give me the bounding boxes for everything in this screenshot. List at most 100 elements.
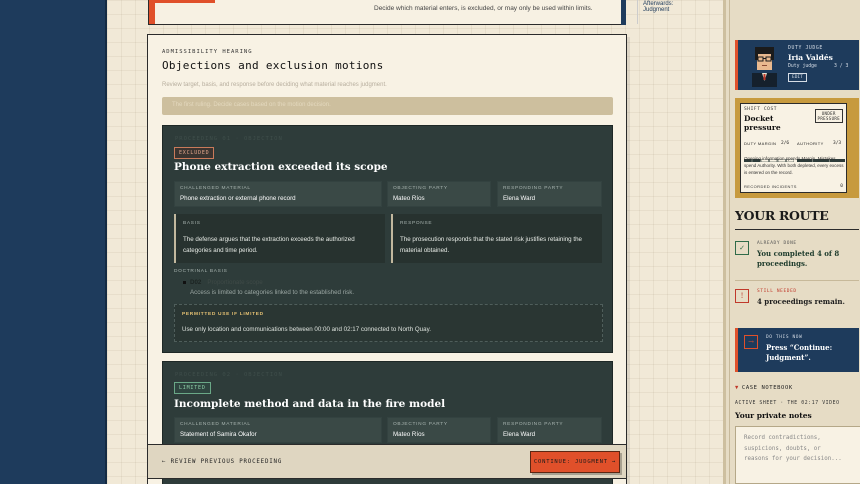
arrow-right-icon: → — [744, 335, 758, 349]
proceeding-title: Phone extraction exceeded its scope — [174, 161, 388, 173]
doctrinal-basis-item: D02 Proportionate scope — [183, 279, 263, 286]
duty-margin-value: 2/6 — [781, 141, 790, 146]
cell-value: Mateo Ríos — [393, 431, 425, 438]
notes-textarea[interactable]: Record contradictions, suspicions, doubt… — [735, 426, 860, 484]
notes-title: Your private notes — [735, 411, 812, 420]
status-badge: EXCLUDED — [174, 147, 215, 159]
cell-label: OBJECTING PARTY — [393, 422, 448, 427]
cell-value: Statement of Samira Okafor — [180, 431, 257, 438]
route-step-now[interactable]: → DO THIS NOW Press “Continue: Judgment”… — [735, 328, 859, 372]
cell-label: RESPONDING PARTY — [503, 422, 564, 427]
block-text: The defense argues that the extraction e… — [183, 236, 355, 254]
cell-label: CHALLENGED MATERIAL — [180, 186, 251, 191]
block-label: RESPONSE — [400, 221, 433, 226]
permitted-use-text: Use only location and communications bet… — [182, 326, 431, 333]
pressure-badge-line-2: PRESSURE — [817, 116, 840, 121]
divider — [735, 229, 859, 230]
shift-title-line-1: Docket — [744, 114, 774, 123]
permitted-use-label: PERMITTED USE IF LIMITED — [182, 312, 264, 317]
recorded-incidents-value: 0 — [840, 184, 843, 189]
doctrinal-basis-label: DOCTRINAL BASIS — [174, 269, 228, 274]
page-subtitle: Review target, basis, and response befor… — [162, 82, 387, 88]
divider — [729, 0, 730, 484]
notes-placeholder: Record contradictions, suspicions, doubt… — [744, 435, 842, 462]
permitted-use-box: PERMITTED USE IF LIMITED Use only locati… — [174, 304, 603, 342]
route-step-done: ✓ ALREADY DONE You completed 4 of 8 proc… — [735, 236, 859, 281]
cell-value: Elena Ward — [503, 195, 536, 202]
response-block: RESPONSE The prosecution responds that t… — [391, 214, 602, 263]
step-label: DO THIS NOW — [766, 335, 803, 340]
judge-label: DUTY JUDGE — [788, 46, 823, 51]
proceeding-kicker: PROCEEDING 01 · OBJECTION — [175, 136, 283, 142]
shift-title-line-2: pressure — [744, 123, 781, 132]
accent-bar — [149, 0, 155, 24]
notebook-toggle[interactable]: ▼ CASE NOTEBOOK — [735, 385, 793, 391]
authority-bar — [796, 147, 846, 163]
objecting-party-cell: OBJECTING PARTY Mateo Ríos — [387, 417, 491, 443]
bullet-icon — [183, 280, 186, 284]
section-caption: Decide which material enters, is exclude… — [374, 5, 593, 12]
cell-value: Elena Ward — [503, 431, 536, 438]
responding-party-cell: RESPONDING PARTY Elena Ward — [497, 181, 602, 207]
recorded-incidents-label: RECORDED INCIDENTS — [744, 184, 797, 189]
edit-judge-button[interactable]: EDIT — [788, 73, 807, 82]
info-banner: The first ruling. Decide cases based on … — [162, 97, 613, 115]
responding-party-cell: RESPONDING PARTY Elena Ward — [497, 417, 602, 443]
step-label: ALREADY DONE — [757, 241, 797, 246]
notebook-heading: CASE NOTEBOOK — [741, 385, 793, 391]
proceeding-card[interactable]: PROCEEDING 01 · OBJECTION EXCLUDED Phone… — [162, 125, 613, 353]
route-step-needed: ! STILL NEEDED 4 proceedings remain. — [735, 284, 859, 324]
right-sidebar: DUTY JUDGE Iria Valdés Duty judge 3 / 3 … — [726, 0, 860, 484]
bottom-navigation: ← REVIEW PREVIOUS PROCEEDING CONTINUE: J… — [147, 444, 627, 479]
page-title: Objections and exclusion motions — [162, 59, 384, 72]
doctrinal-name: Proportionate scope — [207, 279, 263, 286]
authority-label: AUTHORITY — [797, 141, 824, 146]
pressure-badge: UNDER PRESSURE — [814, 109, 843, 123]
step-text: Press “Continue: Judgment”. — [766, 343, 833, 362]
basis-block: BASIS The defense argues that the extrac… — [174, 214, 385, 263]
left-sidebar-strip — [0, 0, 107, 484]
judge-name: Iria Valdés — [788, 53, 833, 62]
proceeding-title: Incomplete method and data in the fire m… — [174, 398, 446, 410]
objecting-party-cell: OBJECTING PARTY Mateo Ríos — [387, 181, 491, 207]
hearing-kicker: ADMISSIBILITY HEARING — [162, 49, 253, 55]
judge-card: DUTY JUDGE Iria Valdés Duty judge 3 / 3 … — [735, 40, 859, 90]
triangle-down-icon: ▼ — [735, 385, 739, 391]
active-sheet-label: ACTIVE SHEET · THE 02:17 VIDEO — [735, 401, 840, 406]
step-text: You completed 4 of 8 proceedings. — [757, 249, 840, 268]
shift-description: Opening information spends Margin. Mista… — [744, 156, 844, 175]
block-text: The prosecution responds that the stated… — [400, 236, 582, 254]
judge-portrait-icon — [746, 43, 783, 87]
accent-bar — [155, 0, 215, 3]
check-icon: ✓ — [735, 241, 749, 255]
block-label: BASIS — [183, 221, 201, 226]
status-badge: LIMITED — [174, 382, 211, 394]
judge-role: Duty judge — [788, 64, 817, 69]
step-text: 4 proceedings remain. — [757, 297, 845, 306]
alert-icon: ! — [735, 289, 749, 303]
judge-count: 3 / 3 — [834, 64, 849, 69]
doctrinal-code: D02 — [190, 279, 202, 286]
challenged-material-cell: CHALLENGED MATERIAL Phone extraction or … — [174, 181, 382, 207]
previous-section-card: Decide which material enters, is exclude… — [148, 0, 673, 25]
shift-cost-card: SHIFT COST Docket pressure UNDER PRESSUR… — [735, 98, 859, 198]
proceeding-kicker: PROCEEDING 02 · OBJECTION — [175, 372, 283, 378]
avatar — [746, 43, 783, 87]
cell-value: Phone extraction or external phone recor… — [180, 195, 296, 202]
info-banner-text: The first ruling. Decide cases based on … — [172, 102, 331, 108]
hearing-panel: ADMISSIBILITY HEARING Objections and exc… — [147, 34, 627, 484]
cell-label: CHALLENGED MATERIAL — [180, 422, 251, 427]
cell-value: Mateo Ríos — [393, 195, 425, 202]
cell-label: OBJECTING PARTY — [393, 186, 448, 191]
route-heading: YOUR ROUTE — [735, 208, 829, 223]
duty-margin-label: DUTY MARGIN — [744, 141, 777, 146]
shift-cost-label: SHIFT COST — [744, 107, 778, 112]
continue-judgment-button[interactable]: CONTINUE: JUDGMENT → — [530, 451, 620, 473]
step-label: STILL NEEDED — [757, 289, 797, 294]
challenged-material-cell: CHALLENGED MATERIAL Statement of Samira … — [174, 417, 382, 443]
authority-value: 3/3 — [833, 141, 842, 146]
shift-cost-inner: SHIFT COST Docket pressure UNDER PRESSUR… — [740, 103, 847, 193]
duty-margin-bar — [743, 147, 795, 163]
review-previous-button[interactable]: ← REVIEW PREVIOUS PROCEEDING — [162, 459, 282, 465]
cell-label: RESPONDING PARTY — [503, 186, 564, 191]
